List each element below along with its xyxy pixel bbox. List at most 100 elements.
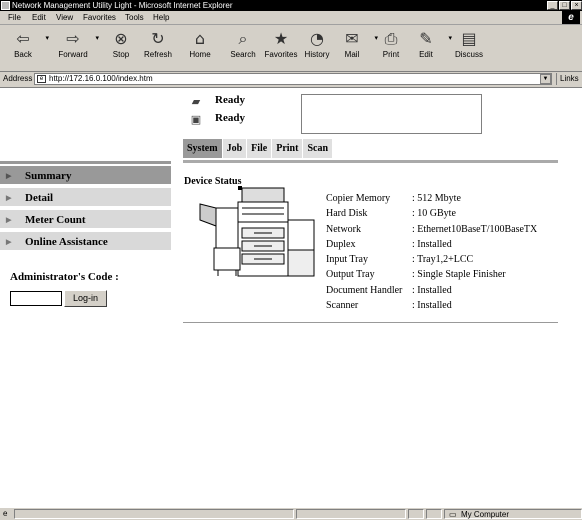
admin-code-input[interactable] — [10, 291, 62, 306]
refresh-button[interactable]: ↻ Refresh — [138, 26, 178, 68]
computer-icon: ▭ — [449, 510, 457, 519]
spec-value: : 10 GByte — [412, 208, 456, 220]
spec-value: : Ethernet10BaseT/100BaseTX — [412, 223, 538, 235]
forward-label: Forward — [58, 50, 88, 59]
back-button[interactable]: ⇦ Back ▾ — [3, 26, 49, 68]
history-button[interactable]: ◔ History — [297, 26, 337, 68]
history-icon: ◔ — [310, 29, 324, 48]
refresh-label: Refresh — [143, 50, 172, 59]
tab-file[interactable]: File — [247, 139, 272, 158]
status-panel — [296, 509, 406, 519]
address-bar: Address e http://172.16.0.100/index.htm … — [0, 72, 582, 88]
page-content: ▶ Summary ▶ Detail ▶ Meter Count ▶ Onlin… — [0, 88, 582, 506]
tab-bar: System Job File Print Scan — [183, 139, 333, 158]
stop-label: Stop — [112, 50, 130, 59]
tab-underline — [183, 160, 558, 163]
left-panel: ▶ Summary ▶ Detail ▶ Meter Count ▶ Onlin… — [0, 88, 171, 506]
nav-arrow-icon: ▶ — [6, 216, 12, 224]
history-label: History — [304, 50, 330, 59]
status-panel — [408, 509, 424, 519]
favorites-icon: ★ — [273, 29, 289, 48]
address-url: http://172.16.0.100/index.htm — [49, 74, 153, 83]
tab-system[interactable]: System — [183, 139, 222, 158]
status-page-icon: e — [3, 509, 8, 518]
login-button[interactable]: Log-in — [64, 290, 107, 307]
stop-button[interactable]: ⊗ Stop — [101, 26, 141, 68]
favorites-button[interactable]: ★ Favorites — [261, 26, 301, 68]
ie-app-icon — [1, 1, 10, 10]
discuss-label: Discuss — [454, 50, 483, 59]
home-button[interactable]: ⌂ Home — [180, 26, 220, 68]
main-panel: ▰ Ready ▣ Ready System Job File Print Sc… — [183, 88, 582, 506]
nav-detail[interactable]: ▶ Detail — [0, 188, 171, 208]
close-button[interactable]: × — [571, 1, 582, 10]
message-box — [301, 94, 482, 134]
bottom-divider — [183, 322, 558, 323]
back-label: Back — [14, 50, 32, 59]
spec-value: : Installed — [412, 284, 452, 296]
nav-summary-label: Summary — [25, 170, 72, 182]
search-label: Search — [230, 50, 256, 59]
forward-arrow-icon: ⇨ — [66, 29, 80, 48]
forward-dropdown-icon[interactable]: ▾ — [95, 34, 99, 42]
nav-arrow-icon: ▶ — [6, 194, 12, 202]
status-text-panel — [14, 509, 294, 519]
spec-value: : Installed — [412, 300, 452, 312]
nav-meter-count[interactable]: ▶ Meter Count — [0, 210, 171, 230]
nav-arrow-icon: ▶ — [6, 172, 12, 180]
menu-file[interactable]: File — [8, 12, 21, 23]
toolbar: ⇦ Back ▾ ⇨ Forward ▾ ⊗ Stop ↻ Refresh ⌂ … — [0, 25, 582, 72]
address-input[interactable]: e http://172.16.0.100/index.htm — [34, 73, 552, 85]
spec-value: : Tray1,2+LCC — [412, 254, 474, 266]
spec-key: Input Tray — [326, 254, 368, 266]
scanner-status-text: Ready — [215, 94, 245, 106]
scanner-icon: ▰ — [191, 95, 201, 108]
spec-key: Copier Memory — [326, 193, 391, 204]
left-divider — [0, 161, 171, 164]
menu-bar: File Edit View Favorites Tools Help e — [0, 11, 582, 25]
discuss-icon: ▤ — [461, 29, 477, 48]
zone-text: My Computer — [461, 510, 510, 519]
menu-view[interactable]: View — [56, 12, 73, 23]
nav-online-assistance-label: Online Assistance — [25, 236, 108, 248]
menu-help[interactable]: Help — [153, 12, 169, 23]
search-button[interactable]: ⌕ Search — [223, 26, 263, 68]
back-dropdown-icon[interactable]: ▾ — [45, 34, 49, 42]
print-button[interactable]: ⎙ Print — [371, 26, 411, 68]
menu-edit[interactable]: Edit — [32, 12, 46, 23]
tab-print[interactable]: Print — [272, 139, 303, 158]
nav-summary[interactable]: ▶ Summary — [0, 166, 171, 186]
address-label: Address — [3, 74, 33, 83]
tab-job[interactable]: Job — [222, 139, 247, 158]
spec-key: Hard Disk — [326, 208, 368, 220]
discuss-button[interactable]: ▤ Discuss — [449, 26, 489, 68]
spec-key: Duplex — [326, 238, 356, 250]
printer-status-text: Ready — [215, 112, 245, 124]
print-icon: ⎙ — [384, 29, 398, 48]
nav-detail-label: Detail — [25, 192, 54, 204]
spec-key: Document Handler — [326, 284, 403, 296]
forward-button[interactable]: ⇨ Forward ▾ — [53, 26, 99, 68]
nav-meter-count-label: Meter Count — [25, 214, 86, 226]
search-icon: ⌕ — [238, 29, 248, 48]
stop-icon: ⊗ — [114, 29, 128, 48]
window-title: Network Management Utility Light - Micro… — [12, 1, 233, 10]
edit-button[interactable]: ✎ Edit ▾ — [406, 26, 452, 68]
address-dropdown-icon[interactable]: ▼ — [540, 74, 551, 84]
edit-icon: ✎ — [419, 29, 433, 48]
nav-online-assistance[interactable]: ▶ Online Assistance — [0, 232, 171, 252]
menu-favorites[interactable]: Favorites — [83, 12, 116, 23]
page-icon: e — [37, 75, 46, 83]
status-bar: e ▭ My Computer — [0, 507, 582, 520]
edit-label: Edit — [419, 50, 433, 59]
nav-arrow-icon: ▶ — [6, 238, 12, 246]
minimize-button[interactable]: _ — [547, 1, 558, 10]
links-button[interactable]: Links — [556, 73, 582, 85]
tab-scan[interactable]: Scan — [303, 139, 333, 158]
menu-tools[interactable]: Tools — [125, 12, 144, 23]
spec-key: Network — [326, 223, 361, 235]
mail-button[interactable]: ✉ Mail ▾ — [332, 26, 378, 68]
refresh-icon: ↻ — [151, 29, 165, 48]
mail-icon: ✉ — [345, 29, 359, 48]
maximize-button[interactable]: □ — [559, 1, 570, 10]
